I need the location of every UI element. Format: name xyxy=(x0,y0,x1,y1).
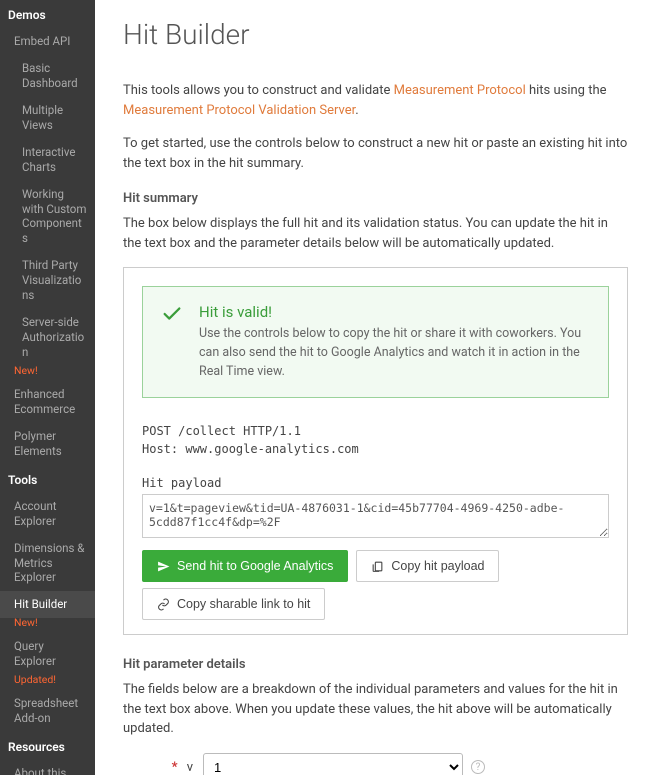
sidebar-item[interactable]: About this Site xyxy=(0,760,95,775)
sidebar-section-title: Tools xyxy=(0,465,95,493)
button-row-1: Send hit to Google Analytics Copy hit pa… xyxy=(124,538,627,582)
sidebar-item[interactable]: Enhanced Ecommerce xyxy=(0,381,95,423)
sidebar-item[interactable]: Interactive Charts xyxy=(0,139,95,181)
sidebar-item[interactable]: Working with Custom Components xyxy=(0,181,95,253)
sidebar-item[interactable]: Third Party Visualizations xyxy=(0,252,95,309)
hit-summary-text: The box below displays the full hit and … xyxy=(123,214,628,253)
sidebar-item[interactable]: Hit Builder xyxy=(0,591,95,618)
sidebar-section-title: Resources xyxy=(0,732,95,760)
link-validation-server[interactable]: Measurement Protocol Validation Server xyxy=(123,103,355,118)
hit-parameters-text: The fields below are a breakdown of the … xyxy=(123,680,628,739)
http-request-block: POST /collect HTTP/1.1 Host: www.google-… xyxy=(124,412,627,462)
sidebar-badge: Updated! xyxy=(0,673,95,686)
sidebar-item[interactable]: Basic Dashboard xyxy=(0,55,95,97)
sidebar-badge: New! xyxy=(0,364,95,377)
hit-payload-textarea[interactable] xyxy=(142,494,609,538)
required-asterisk: * xyxy=(172,760,178,775)
param-label-v: v xyxy=(187,760,193,775)
sidebar-item[interactable]: Dimensions & Metrics Explorer xyxy=(0,535,95,592)
validation-title: Hit is valid! xyxy=(199,303,590,321)
hit-box: Hit is valid! Use the controls below to … xyxy=(123,267,628,635)
intro-paragraph-2: To get started, use the controls below t… xyxy=(123,134,628,173)
hit-parameters-heading: Hit parameter details xyxy=(123,657,628,672)
copy-payload-button[interactable]: Copy hit payload xyxy=(356,550,499,582)
sidebar-item[interactable]: Account Explorer xyxy=(0,493,95,535)
sidebar: DemosEmbed APIBasic DashboardMultiple Vi… xyxy=(0,0,95,775)
link-measurement-protocol[interactable]: Measurement Protocol xyxy=(394,83,526,98)
param-hint-v[interactable]: ? xyxy=(471,760,485,774)
button-row-2: Copy sharable link to hit xyxy=(124,582,627,620)
sidebar-item[interactable]: Query Explorer xyxy=(0,633,95,675)
sidebar-item[interactable]: Spreadsheet Add-on xyxy=(0,690,95,732)
sidebar-section-title: Demos xyxy=(0,0,95,28)
check-icon xyxy=(161,303,183,325)
hit-payload-label: Hit payload xyxy=(124,462,627,494)
validation-desc: Use the controls below to copy the hit o… xyxy=(199,325,590,381)
copy-link-button[interactable]: Copy sharable link to hit xyxy=(142,588,325,620)
main-content: Hit Builder This tools allows you to con… xyxy=(95,0,656,775)
sidebar-item[interactable]: Server-side Authorization xyxy=(0,309,95,366)
param-row-v: * v 1 ? xyxy=(123,753,628,775)
sidebar-item[interactable]: Multiple Views xyxy=(0,97,95,139)
sidebar-badge: New! xyxy=(0,616,95,629)
clipboard-icon xyxy=(371,560,384,573)
sidebar-item[interactable]: Embed API xyxy=(0,28,95,55)
param-select-v[interactable]: 1 xyxy=(203,753,463,775)
link-icon xyxy=(157,598,170,611)
intro-paragraph-1: This tools allows you to construct and v… xyxy=(123,81,628,120)
sidebar-item[interactable]: Polymer Elements xyxy=(0,423,95,465)
hit-summary-heading: Hit summary xyxy=(123,191,628,206)
page-title: Hit Builder xyxy=(123,18,628,51)
validation-result: Hit is valid! Use the controls below to … xyxy=(142,286,609,398)
send-icon xyxy=(157,560,170,573)
send-hit-button[interactable]: Send hit to Google Analytics xyxy=(142,550,348,582)
